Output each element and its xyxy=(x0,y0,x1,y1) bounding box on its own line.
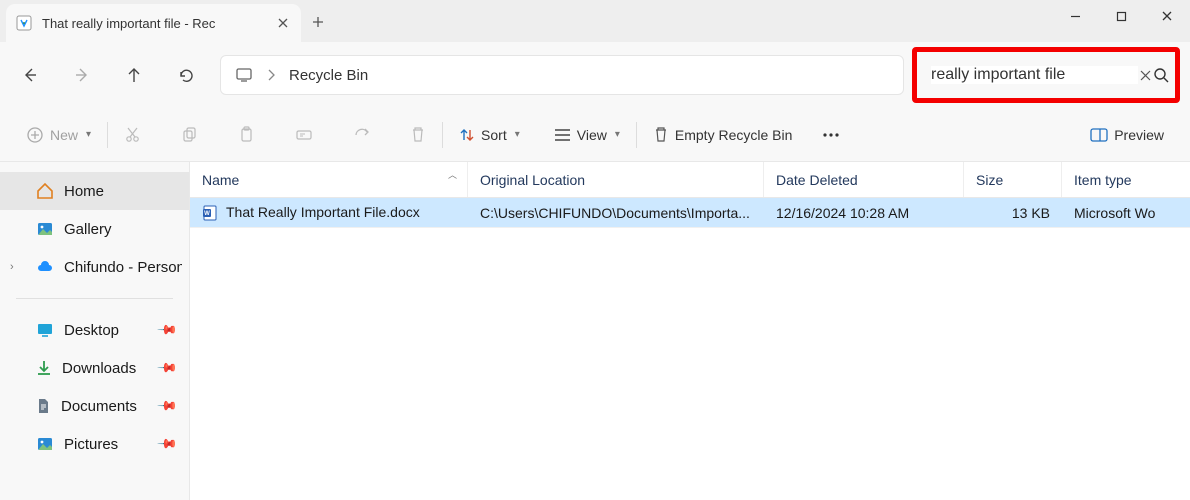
clear-search-icon[interactable] xyxy=(1138,70,1153,81)
navigation-bar: Recycle Bin xyxy=(0,42,1190,108)
chevron-down-icon: ▾ xyxy=(515,129,520,140)
chevron-right-icon[interactable]: › xyxy=(10,261,14,273)
recycle-bin-icon xyxy=(16,15,32,31)
new-button[interactable]: New ▾ xyxy=(18,117,99,153)
column-name[interactable]: Name︿ xyxy=(190,162,468,197)
desktop-icon xyxy=(36,322,54,338)
preview-label: Preview xyxy=(1114,127,1164,143)
share-button[interactable] xyxy=(345,117,378,153)
monitor-icon xyxy=(235,66,253,84)
svg-text:W: W xyxy=(204,211,210,217)
pin-icon: 📌 xyxy=(156,433,179,456)
chevron-down-icon: ▾ xyxy=(615,129,620,140)
home-icon xyxy=(36,182,54,200)
copy-button[interactable] xyxy=(173,117,206,153)
gallery-icon xyxy=(36,220,54,238)
search-icon[interactable] xyxy=(1153,67,1169,83)
sidebar-label: Pictures xyxy=(64,436,118,453)
close-window-button[interactable] xyxy=(1144,0,1190,32)
navigation-pane: Home Gallery › Chifundo - Personal Deskt… xyxy=(0,162,190,500)
view-label: View xyxy=(577,127,607,143)
sidebar-item-documents[interactable]: Documents 📌 xyxy=(0,387,189,425)
document-icon xyxy=(36,397,51,415)
preview-pane-button[interactable]: Preview xyxy=(1082,117,1172,153)
file-size-cell: 13 KB xyxy=(964,205,1062,221)
sort-label: Sort xyxy=(481,127,507,143)
file-name-cell: W That Really Important File.docx xyxy=(190,204,468,221)
paste-button[interactable] xyxy=(230,117,263,153)
back-button[interactable] xyxy=(4,49,56,101)
forward-button[interactable] xyxy=(56,49,108,101)
sidebar-label: Gallery xyxy=(64,221,112,238)
sidebar-item-onedrive[interactable]: › Chifundo - Personal xyxy=(0,248,189,286)
view-button[interactable]: View ▾ xyxy=(546,117,628,153)
file-list: Name︿ Original Location Date Deleted Siz… xyxy=(190,162,1190,500)
word-doc-icon: W xyxy=(202,205,218,221)
sidebar-item-gallery[interactable]: Gallery xyxy=(0,210,189,248)
search-box-highlighted xyxy=(912,47,1180,103)
cloud-icon xyxy=(36,260,54,274)
address-text[interactable]: Recycle Bin xyxy=(289,67,368,84)
new-label: New xyxy=(50,127,78,143)
empty-recycle-bin-button[interactable]: Empty Recycle Bin xyxy=(645,117,800,153)
column-headers: Name︿ Original Location Date Deleted Siz… xyxy=(190,162,1190,198)
column-size[interactable]: Size xyxy=(964,162,1062,197)
file-date-cell: 12/16/2024 10:28 AM xyxy=(764,205,964,221)
delete-button[interactable] xyxy=(402,117,434,153)
empty-label: Empty Recycle Bin xyxy=(675,127,792,143)
title-bar: That really important file - Rec xyxy=(0,0,1190,42)
column-location[interactable]: Original Location xyxy=(468,162,764,197)
file-row[interactable]: W That Really Important File.docx C:\Use… xyxy=(190,198,1190,228)
sidebar-item-downloads[interactable]: Downloads 📌 xyxy=(0,349,189,387)
sidebar-label: Home xyxy=(64,183,104,200)
sidebar-item-pictures[interactable]: Pictures 📌 xyxy=(0,425,189,463)
address-bar[interactable]: Recycle Bin xyxy=(220,55,904,95)
file-location-cell: C:\Users\CHIFUNDO\Documents\Importa... xyxy=(468,205,764,221)
cut-button[interactable] xyxy=(116,117,149,153)
command-bar: New ▾ Sort ▾ View ▾ Empty Recycle Bin P xyxy=(0,108,1190,162)
sidebar-label: Chifundo - Personal xyxy=(64,259,182,276)
pin-icon: 📌 xyxy=(156,395,179,418)
chevron-down-icon: ▾ xyxy=(86,129,91,140)
sidebar-item-home[interactable]: Home xyxy=(0,172,189,210)
sidebar-label: Downloads xyxy=(62,360,136,377)
sidebar-resize-handle[interactable] xyxy=(186,162,192,500)
maximize-button[interactable] xyxy=(1098,0,1144,32)
search-input[interactable] xyxy=(931,66,1138,84)
sort-indicator-icon: ︿ xyxy=(448,168,457,181)
main-area: Home Gallery › Chifundo - Personal Deskt… xyxy=(0,162,1190,500)
sidebar-label: Documents xyxy=(61,398,137,415)
chevron-right-icon[interactable] xyxy=(267,69,275,81)
window-tab[interactable]: That really important file - Rec xyxy=(6,4,301,42)
download-icon xyxy=(36,359,52,377)
column-date-deleted[interactable]: Date Deleted xyxy=(764,162,964,197)
file-type-cell: Microsoft Wo xyxy=(1062,205,1190,221)
pictures-icon xyxy=(36,435,54,453)
refresh-button[interactable] xyxy=(160,49,212,101)
rename-button[interactable] xyxy=(287,117,321,153)
pin-icon: 📌 xyxy=(156,357,179,380)
minimize-button[interactable] xyxy=(1052,0,1098,32)
sidebar-item-desktop[interactable]: Desktop 📌 xyxy=(0,311,189,349)
column-item-type[interactable]: Item type xyxy=(1062,162,1190,197)
more-button[interactable] xyxy=(814,117,848,153)
up-button[interactable] xyxy=(108,49,160,101)
sort-button[interactable]: Sort ▾ xyxy=(451,117,528,153)
new-tab-button[interactable] xyxy=(301,5,335,39)
tab-close-icon[interactable] xyxy=(275,15,291,31)
sidebar-label: Desktop xyxy=(64,322,119,339)
pin-icon: 📌 xyxy=(156,319,179,342)
tab-title: That really important file - Rec xyxy=(42,16,265,31)
